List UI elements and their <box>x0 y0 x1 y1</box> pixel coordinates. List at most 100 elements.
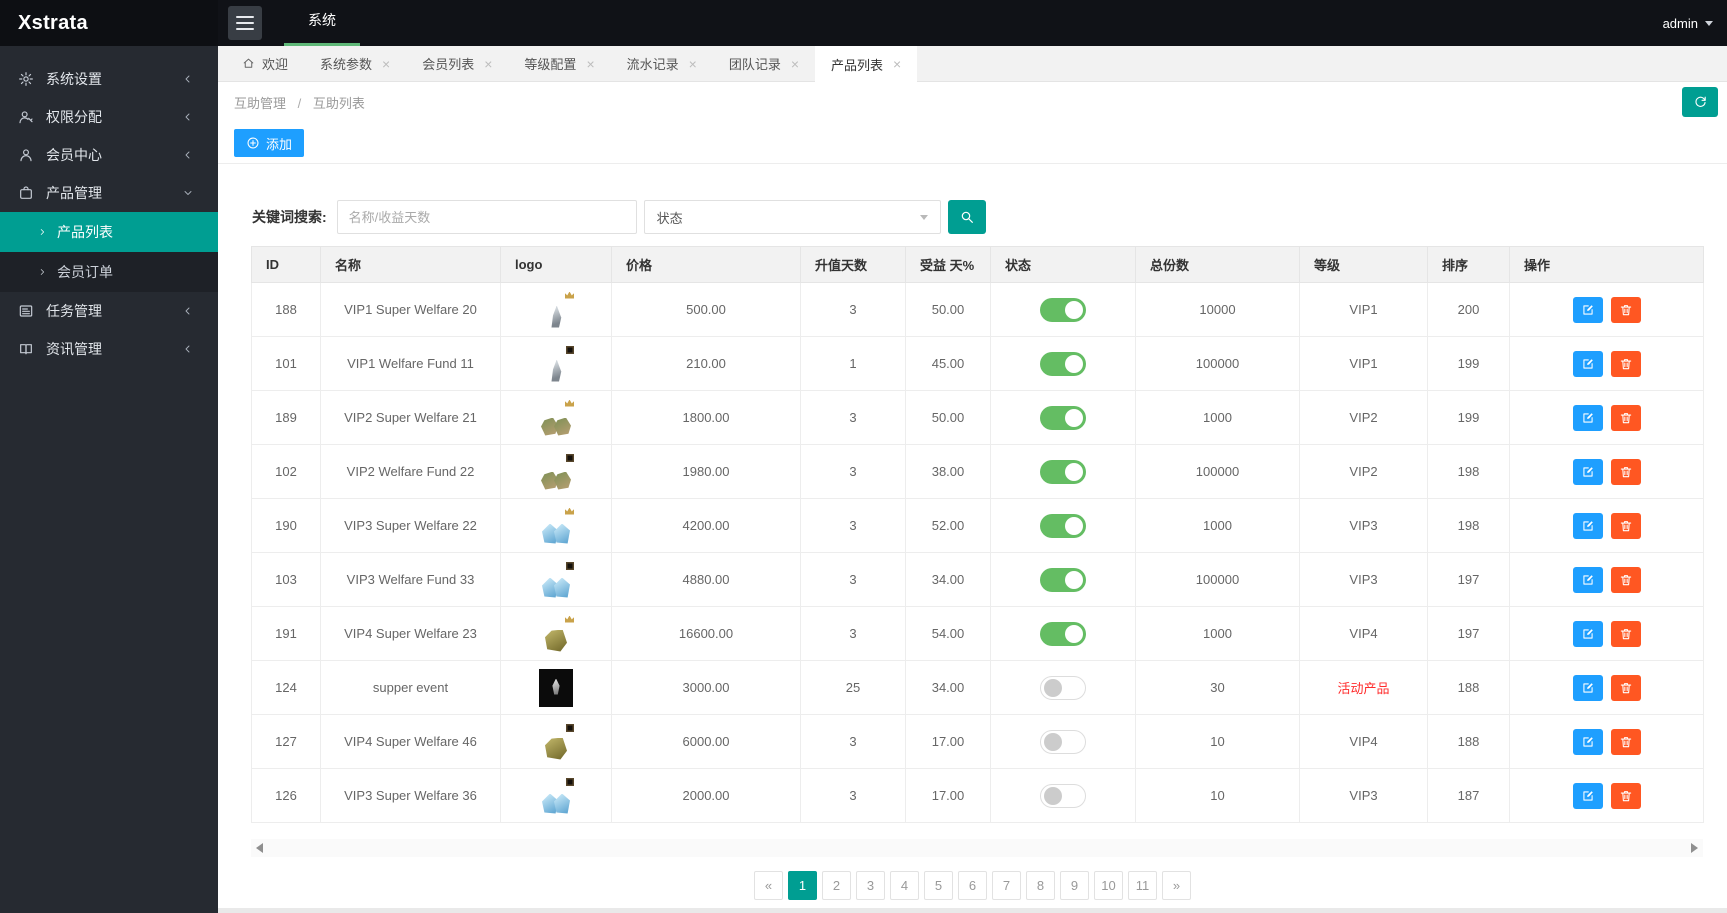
tasks-icon <box>18 303 34 319</box>
delete-button[interactable] <box>1610 728 1641 755</box>
edit-button[interactable] <box>1572 674 1603 701</box>
level-label: VIP3 <box>1349 572 1378 587</box>
status-toggle[interactable] <box>1040 567 1086 592</box>
cell-price: 210.00 <box>611 336 801 391</box>
page-button-9[interactable]: 9 <box>1060 871 1089 900</box>
tag-badge-icon <box>566 453 574 462</box>
page-button-6[interactable]: 6 <box>958 871 987 900</box>
cell-logo <box>500 660 612 715</box>
sidebar-item-system-settings[interactable]: 系统设置 <box>0 60 218 98</box>
delete-button[interactable] <box>1610 620 1641 647</box>
refresh-button[interactable] <box>1682 87 1718 117</box>
page-button-2[interactable]: 2 <box>822 871 851 900</box>
add-button[interactable]: 添加 <box>234 129 305 157</box>
delete-button[interactable] <box>1610 566 1641 593</box>
cell-total: 10000 <box>1135 282 1300 337</box>
delete-button[interactable] <box>1610 458 1641 485</box>
page-button-1[interactable]: 1 <box>788 871 817 900</box>
tab-flow-records[interactable]: 流水记录 × <box>611 46 713 81</box>
edit-button[interactable] <box>1572 728 1603 755</box>
delete-button[interactable] <box>1610 350 1641 377</box>
sidebar-item-product-management[interactable]: 产品管理 <box>0 174 218 212</box>
breadcrumb-parent[interactable]: 互助管理 <box>234 96 286 111</box>
search-button[interactable] <box>947 200 986 234</box>
keyword-input[interactable] <box>336 200 637 234</box>
tab-label: 会员列表 <box>422 57 475 72</box>
page-button-10[interactable]: 10 <box>1094 871 1123 900</box>
tab-product-list[interactable]: 产品列表 × <box>815 46 918 82</box>
page-button-4[interactable]: 4 <box>890 871 919 900</box>
status-toggle[interactable] <box>1040 351 1086 376</box>
breadcrumb-current[interactable]: 互助列表 <box>313 96 365 111</box>
delete-button[interactable] <box>1610 512 1641 539</box>
cell-actions <box>1509 390 1704 445</box>
close-icon[interactable]: × <box>791 56 799 72</box>
edit-button[interactable] <box>1572 296 1603 323</box>
status-toggle[interactable] <box>1040 675 1086 700</box>
cell-level: VIP3 <box>1299 768 1428 823</box>
edit-button[interactable] <box>1572 566 1603 593</box>
cell-total: 10 <box>1135 714 1300 769</box>
edit-button[interactable] <box>1572 782 1603 809</box>
product-logo-image <box>534 398 578 438</box>
status-toggle[interactable] <box>1040 459 1086 484</box>
status-toggle[interactable] <box>1040 297 1086 322</box>
page-button-7[interactable]: 7 <box>992 871 1021 900</box>
status-toggle[interactable] <box>1040 405 1086 430</box>
delete-button[interactable] <box>1610 782 1641 809</box>
topnav-item-system[interactable]: 系统 <box>284 0 360 46</box>
table-row: 124 supper event 3000.00 25 34.00 30 活动产品 188 <box>251 660 1704 715</box>
hamburger-icon[interactable] <box>228 6 262 40</box>
sidebar-item-permissions[interactable]: 权限分配 <box>0 98 218 136</box>
delete-button[interactable] <box>1610 296 1641 323</box>
cell-id: 103 <box>251 552 321 607</box>
delete-button[interactable] <box>1610 674 1641 701</box>
page-button-3[interactable]: 3 <box>856 871 885 900</box>
sidebar-item-task-management[interactable]: 任务管理 <box>0 292 218 330</box>
edit-button[interactable] <box>1572 458 1603 485</box>
sidebar-item-member-orders[interactable]: 会员订单 <box>0 252 218 292</box>
page-button-8[interactable]: 8 <box>1026 871 1055 900</box>
sidebar-item-product-list[interactable]: 产品列表 <box>0 212 218 252</box>
cell-id: 188 <box>251 282 321 337</box>
bottom-divider <box>218 908 1727 913</box>
topbar: 系统 admin <box>218 0 1727 46</box>
product-logo-image <box>534 560 578 600</box>
cell-logo <box>500 390 612 445</box>
tab-system-params[interactable]: 系统参数 × <box>304 46 406 81</box>
brand-logo[interactable]: Xstrata <box>0 0 218 46</box>
status-toggle[interactable] <box>1040 621 1086 646</box>
edit-button[interactable] <box>1572 620 1603 647</box>
sidebar-item-news-management[interactable]: 资讯管理 <box>0 330 218 368</box>
status-toggle[interactable] <box>1040 783 1086 808</box>
close-icon[interactable]: × <box>893 56 901 72</box>
sidebar-item-member-center[interactable]: 会员中心 <box>0 136 218 174</box>
edit-button[interactable] <box>1572 350 1603 377</box>
edit-button[interactable] <box>1572 404 1603 431</box>
tab-level-config[interactable]: 等级配置 × <box>508 46 610 81</box>
status-select[interactable]: 状态 <box>643 200 941 234</box>
page-button-11[interactable]: 11 <box>1128 871 1157 900</box>
status-toggle[interactable] <box>1040 513 1086 538</box>
prev-page-button[interactable]: « <box>754 871 783 900</box>
tab-welcome[interactable]: 欢迎 <box>226 46 304 81</box>
page-button-5[interactable]: 5 <box>924 871 953 900</box>
next-page-button[interactable]: » <box>1162 871 1191 900</box>
delete-button[interactable] <box>1610 404 1641 431</box>
tab-team-records[interactable]: 团队记录 × <box>713 46 815 81</box>
cell-days: 3 <box>800 390 906 445</box>
close-icon[interactable]: × <box>586 56 594 72</box>
close-icon[interactable]: × <box>689 56 697 72</box>
table-row: 191 VIP4 Super Welfare 23 16600.00 3 54.00 10… <box>251 606 1704 661</box>
edit-button[interactable] <box>1572 512 1603 539</box>
horizontal-scrollbar[interactable] <box>251 839 1703 857</box>
tab-label: 团队记录 <box>728 57 781 72</box>
scroll-right-icon[interactable] <box>1691 843 1698 853</box>
status-toggle[interactable] <box>1040 729 1086 754</box>
tab-member-list[interactable]: 会员列表 × <box>406 46 508 81</box>
close-icon[interactable]: × <box>484 56 492 72</box>
scroll-left-icon[interactable] <box>256 843 263 853</box>
close-icon[interactable]: × <box>382 56 390 72</box>
column-header-level: 等级 <box>1299 246 1428 283</box>
user-menu[interactable]: admin <box>1663 0 1713 46</box>
